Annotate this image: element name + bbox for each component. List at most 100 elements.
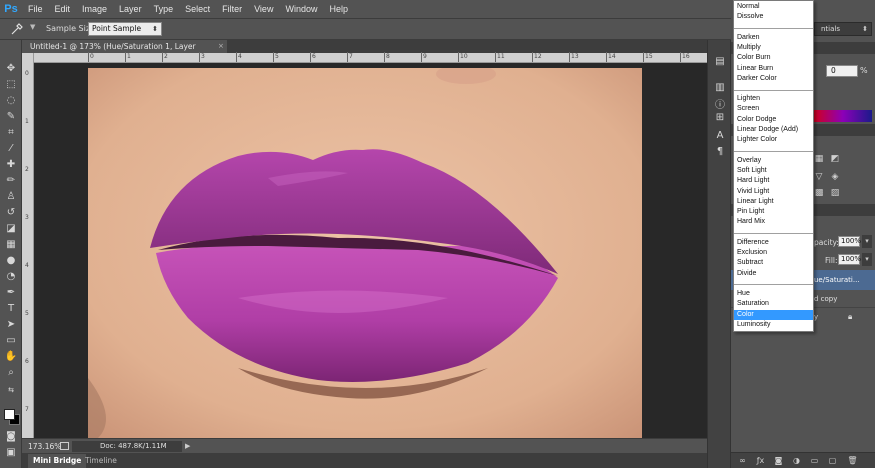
blend-mode-option[interactable]: Color Burn: [734, 53, 813, 63]
blend-mode-option[interactable]: Difference: [734, 238, 813, 248]
levels-icon[interactable]: ▦: [814, 154, 824, 164]
hand-tool-icon[interactable]: ✋: [4, 350, 18, 363]
eyedropper-icon[interactable]: [10, 22, 26, 36]
curves-icon[interactable]: ◩: [830, 154, 840, 164]
history-panel-icon[interactable]: ▤: [714, 56, 726, 68]
blend-mode-option[interactable]: Luminosity: [734, 320, 813, 330]
delete-layer-icon[interactable]: 🗑︎: [847, 456, 858, 466]
properties-panel-icon[interactable]: ▥: [714, 82, 726, 94]
blend-mode-option[interactable]: Hard Mix: [734, 217, 813, 227]
menu-layer[interactable]: Layer: [113, 0, 148, 18]
blend-mode-option[interactable]: Overlay: [734, 156, 813, 166]
status-menu-arrow-icon[interactable]: ▶: [185, 442, 190, 450]
percent-input[interactable]: 0: [826, 65, 858, 77]
blur-tool-icon[interactable]: ●: [4, 254, 18, 267]
blend-mode-option[interactable]: Vivid Light: [734, 187, 813, 197]
sample-size-select[interactable]: Point Sample ⬍: [88, 22, 162, 36]
blend-mode-option[interactable]: Darker Color: [734, 74, 813, 84]
hue-saturation-icon[interactable]: ◈: [830, 172, 840, 182]
menu-window[interactable]: Window: [279, 0, 323, 18]
vertical-ruler[interactable]: 0 1 2 3 4 5 6 7: [22, 53, 34, 438]
eyedropper-tool-icon[interactable]: ⁄: [4, 142, 18, 155]
blend-mode-option[interactable]: Darken: [734, 33, 813, 43]
fill-input[interactable]: 100%: [838, 254, 861, 265]
character-panel-icon[interactable]: A: [714, 130, 726, 142]
blend-mode-option[interactable]: Hue: [734, 289, 813, 299]
paragraph-panel-icon[interactable]: ¶: [714, 146, 726, 158]
color-ramp[interactable]: [814, 110, 872, 122]
gradient-tool-icon[interactable]: ▦: [4, 238, 18, 251]
blend-mode-option[interactable]: Normal: [734, 2, 813, 12]
zoom-tool-icon[interactable]: ⌕: [4, 366, 18, 379]
document-canvas[interactable]: [88, 68, 642, 438]
vibrance-icon[interactable]: ▽: [814, 172, 824, 182]
blend-mode-option[interactable]: Lighten: [734, 94, 813, 104]
opacity-input[interactable]: 100%: [838, 236, 861, 247]
tab-timeline[interactable]: Timeline: [80, 454, 122, 468]
tool-preset-caret-icon[interactable]: ▼: [30, 23, 35, 31]
menu-type[interactable]: Type: [148, 0, 180, 18]
menu-select[interactable]: Select: [179, 0, 216, 18]
blend-mode-option[interactable]: Divide: [734, 269, 813, 279]
blend-mode-option[interactable]: Color: [734, 309, 813, 320]
menu-filter[interactable]: Filter: [216, 0, 248, 18]
horizontal-ruler[interactable]: 0 1 2 3 4 5 6 7 8 9 10 11 12 13 14 15 16: [34, 52, 707, 63]
foreground-color-swatch[interactable]: [4, 409, 15, 420]
blend-mode-option[interactable]: Pin Light: [734, 207, 813, 217]
history-brush-tool-icon[interactable]: ↺: [4, 206, 18, 219]
menu-edit[interactable]: Edit: [49, 0, 77, 18]
eraser-tool-icon[interactable]: ◪: [4, 222, 18, 235]
info-panel-icon[interactable]: ⓘ: [714, 100, 726, 112]
menu-image[interactable]: Image: [76, 0, 113, 18]
blend-mode-option[interactable]: Color Dodge: [734, 115, 813, 125]
link-layers-icon[interactable]: ∞: [737, 456, 748, 466]
menu-help[interactable]: Help: [323, 0, 354, 18]
blend-mode-option[interactable]: Saturation: [734, 299, 813, 309]
new-adjustment-layer-icon[interactable]: ◑: [791, 456, 802, 466]
chevron-down-icon[interactable]: ▾: [862, 235, 872, 248]
new-layer-icon[interactable]: ▢: [827, 456, 838, 466]
workspace-switcher[interactable]: ntials ⬍: [814, 22, 872, 36]
chevron-down-icon[interactable]: ▾: [862, 253, 872, 266]
menu-view[interactable]: View: [248, 0, 279, 18]
healing-brush-tool-icon[interactable]: ✚: [4, 158, 18, 171]
quick-select-tool-icon[interactable]: ✎: [4, 110, 18, 123]
blend-mode-option[interactable]: Screen: [734, 104, 813, 114]
blend-mode-option[interactable]: Exclusion: [734, 248, 813, 258]
brush-tool-icon[interactable]: ✏: [4, 174, 18, 187]
menu-file[interactable]: File: [22, 0, 49, 18]
layer-style-icon[interactable]: ƒx: [755, 456, 766, 466]
color-lookup-icon[interactable]: ▨: [830, 188, 840, 198]
lock-icon[interactable]: 🔒︎: [848, 312, 852, 322]
channel-mixer-icon[interactable]: ▩: [814, 188, 824, 198]
lasso-tool-icon[interactable]: ◌: [4, 94, 18, 107]
shape-tool-icon[interactable]: ▭: [4, 334, 18, 347]
close-icon[interactable]: ×: [218, 40, 224, 53]
actions-panel-icon[interactable]: ⊞: [714, 112, 726, 124]
type-tool-icon[interactable]: T: [4, 302, 18, 315]
export-icon[interactable]: [60, 442, 69, 450]
quick-mask-icon[interactable]: ◙: [4, 430, 18, 443]
zoom-level[interactable]: 173.16%: [28, 442, 61, 451]
blend-mode-option[interactable]: Multiply: [734, 43, 813, 53]
marquee-tool-icon[interactable]: ⬚: [4, 78, 18, 91]
add-mask-icon[interactable]: ◙: [773, 456, 784, 466]
blend-mode-option[interactable]: Linear Light: [734, 197, 813, 207]
move-tool-icon[interactable]: ✥: [4, 62, 18, 75]
blend-mode-option[interactable]: Linear Dodge (Add): [734, 125, 813, 135]
blend-mode-option[interactable]: Dissolve: [734, 12, 813, 22]
clone-stamp-tool-icon[interactable]: ♙: [4, 190, 18, 203]
blend-mode-option[interactable]: Soft Light: [734, 166, 813, 176]
blend-mode-option[interactable]: Linear Burn: [734, 64, 813, 74]
blend-mode-option[interactable]: Subtract: [734, 258, 813, 268]
screen-mode-icon[interactable]: ▣: [4, 446, 18, 459]
swap-colors-icon[interactable]: ⇆: [4, 384, 18, 397]
new-group-icon[interactable]: ▭: [809, 456, 820, 466]
path-selection-tool-icon[interactable]: ➤: [4, 318, 18, 331]
blend-mode-option[interactable]: Lighter Color: [734, 135, 813, 145]
blend-mode-option[interactable]: Hard Light: [734, 176, 813, 186]
tab-mini-bridge[interactable]: Mini Bridge: [28, 454, 87, 468]
pen-tool-icon[interactable]: ✒: [4, 286, 18, 299]
crop-tool-icon[interactable]: ⌗: [4, 126, 18, 139]
dodge-tool-icon[interactable]: ◔: [4, 270, 18, 283]
